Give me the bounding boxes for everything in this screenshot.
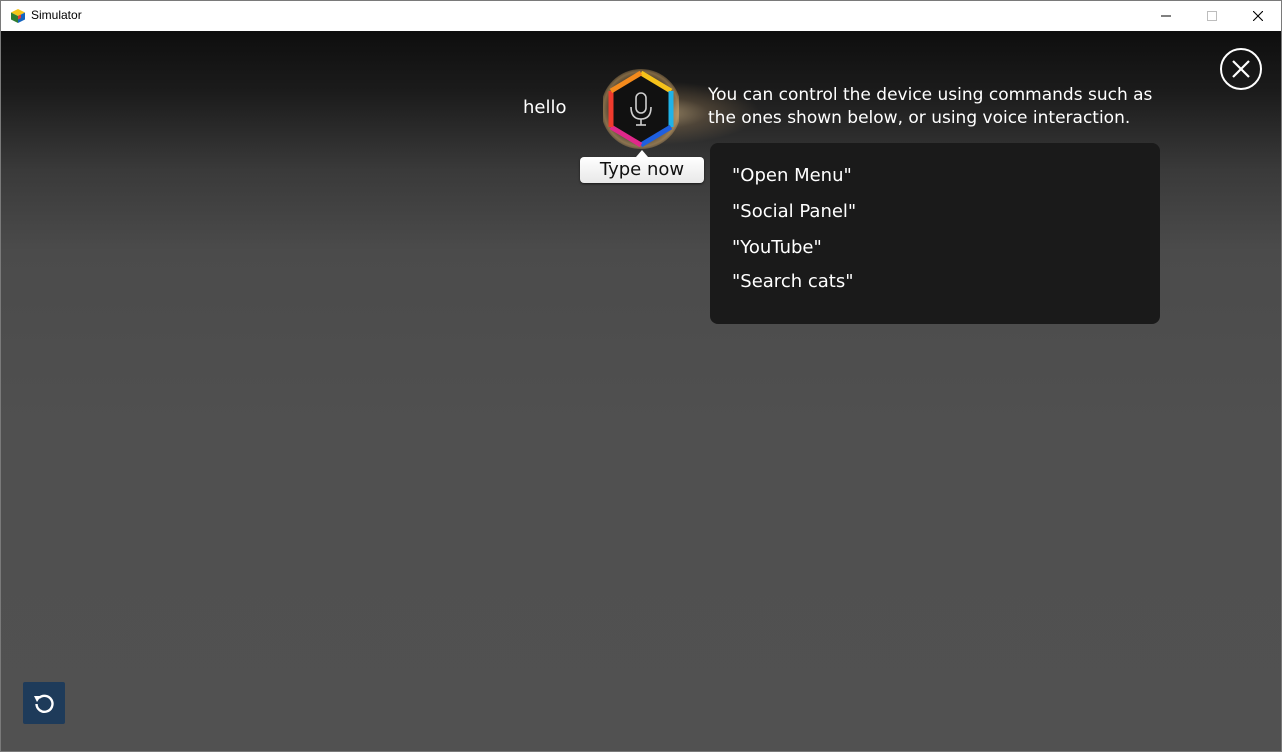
refresh-button[interactable]: [23, 682, 65, 724]
hint-line-2: the ones shown below, or using voice int…: [708, 108, 1131, 128]
maximize-button[interactable]: [1189, 1, 1235, 31]
window-title: Simulator: [31, 8, 82, 22]
command-open-menu[interactable]: "Open Menu": [732, 165, 852, 186]
title-bar: Simulator: [1, 1, 1281, 31]
refresh-icon: [34, 694, 54, 713]
close-circle-icon: [1232, 60, 1250, 78]
command-youtube[interactable]: "YouTube": [732, 237, 822, 258]
command-social-panel[interactable]: "Social Panel": [732, 201, 856, 222]
close-window-button[interactable]: [1235, 1, 1281, 31]
minimize-button[interactable]: [1143, 1, 1189, 31]
voice-hint-text: You can control the device using command…: [708, 84, 1188, 130]
simulator-stage: hello Type now You can control the devic…: [1, 31, 1281, 751]
minimize-icon: [1161, 15, 1171, 17]
hint-line-1: You can control the device using command…: [708, 85, 1153, 105]
simulator-window: Simulator hello Type now You can control…: [0, 0, 1282, 752]
recognized-speech-text: hello: [523, 97, 567, 118]
voice-mic-button[interactable]: [601, 67, 681, 151]
microphone-icon: [601, 69, 681, 149]
type-now-button[interactable]: Type now: [580, 150, 704, 183]
command-search-cats[interactable]: "Search cats": [732, 271, 853, 292]
app-cube-icon: [11, 9, 25, 23]
close-icon: [1253, 11, 1263, 21]
maximize-icon: [1207, 11, 1217, 21]
command-suggestions-panel: "Open Menu" "Social Panel" "YouTube" "Se…: [710, 143, 1160, 324]
close-voice-overlay-button[interactable]: [1220, 48, 1262, 90]
